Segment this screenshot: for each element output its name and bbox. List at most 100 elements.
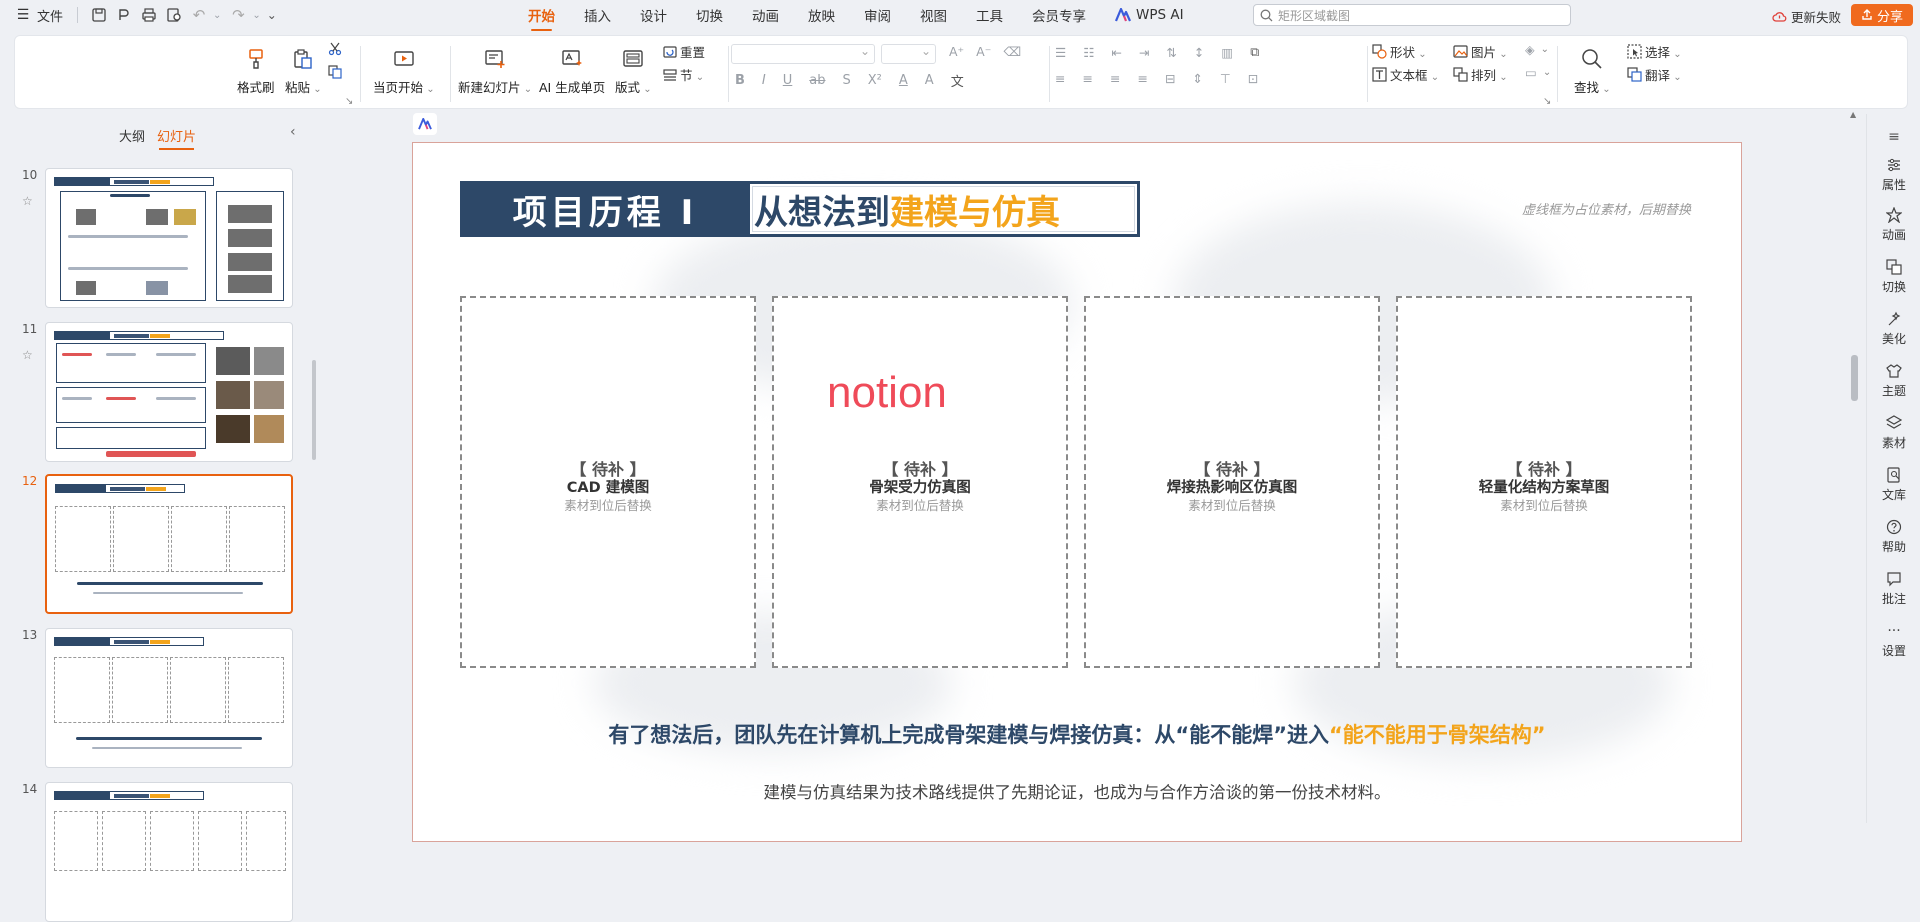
font-grow-icon[interactable]: A⁺ xyxy=(949,44,964,59)
arrange-button[interactable]: 排列 ⌄ xyxy=(1453,65,1508,84)
textbox-button[interactable]: 文本框 ⌄ xyxy=(1372,65,1439,84)
slide-caption[interactable]: 有了想法后，团队先在计算机上完成骨架建模与焊接仿真：从“能不能焊”进入“能不能用… xyxy=(413,719,1741,749)
thumbnail-preview[interactable] xyxy=(45,322,293,462)
thumbnail-preview[interactable] xyxy=(45,782,293,922)
find-button[interactable]: 查找 ⌄ xyxy=(1574,46,1611,96)
comments-button[interactable]: 批注 xyxy=(1867,570,1920,607)
cut-button[interactable] xyxy=(328,42,342,56)
select-button[interactable]: 选择 ⌄ xyxy=(1627,42,1682,61)
from-current-slide-button[interactable]: 当页开始 ⌄ xyxy=(373,46,435,96)
star-icon[interactable]: ☆ xyxy=(22,194,33,208)
highlight-button[interactable]: A xyxy=(925,73,934,88)
drawing-launcher-icon[interactable]: ↘ xyxy=(1543,96,1551,107)
distribute-icon[interactable]: ⊟ xyxy=(1165,71,1175,86)
translate-button[interactable]: 翻译 ⌄ xyxy=(1627,65,1682,84)
transition-panel-button[interactable]: 切换 xyxy=(1867,258,1920,295)
decrease-indent-icon[interactable]: ⇤ xyxy=(1111,45,1121,60)
superscript-button[interactable]: X² xyxy=(868,73,882,88)
tab-insert[interactable]: 插入 xyxy=(584,5,611,25)
layout-button[interactable]: 版式 ⌄ xyxy=(615,46,652,96)
tab-transitions[interactable]: 切换 xyxy=(696,5,723,25)
theme-button[interactable]: 主题 xyxy=(1867,362,1920,399)
font-size-select[interactable] xyxy=(881,44,936,64)
align-left-icon[interactable]: ≡ xyxy=(1055,71,1065,86)
reset-button[interactable]: 重置 xyxy=(663,42,705,61)
slide-title[interactable]: 项目历程 I 从想法到 建模与仿真 xyxy=(460,181,1140,237)
save-icon[interactable] xyxy=(88,4,110,26)
new-slide-button[interactable]: 新建幻灯片 ⌄ xyxy=(458,46,532,96)
hamburger-menu-icon[interactable]: ☰ xyxy=(12,4,34,26)
help-button[interactable]: 帮助 xyxy=(1867,518,1920,555)
align-right-icon[interactable]: ≡ xyxy=(1110,71,1120,86)
undo-dropdown-icon[interactable]: ⌄ xyxy=(213,10,221,21)
panel-menu-icon[interactable]: ≡ xyxy=(1867,128,1920,148)
slide-subcaption[interactable]: 建模与仿真结果为技术路线提供了先期论证，也成为与合作方洽谈的第一份技术材料。 xyxy=(413,779,1741,803)
paste-button[interactable]: 粘贴 ⌄ xyxy=(285,46,322,96)
settings-button[interactable]: ··· 设置 xyxy=(1867,622,1920,659)
increase-indent-icon[interactable]: ⇥ xyxy=(1139,45,1149,60)
font-family-select[interactable] xyxy=(731,44,875,64)
properties-button[interactable]: 属性 xyxy=(1867,156,1920,193)
thumbnail-scrollbar[interactable] xyxy=(312,360,316,460)
tab-slideshow[interactable]: 放映 xyxy=(808,5,835,25)
section-button[interactable]: 节 ⌄ xyxy=(663,65,704,84)
tab-animation[interactable]: 动画 xyxy=(752,5,779,25)
font-color-button[interactable]: A xyxy=(899,73,908,88)
thumbnail-preview[interactable] xyxy=(45,474,293,614)
redo-dropdown-icon[interactable]: ⌄ xyxy=(252,10,260,21)
star-icon[interactable]: ☆ xyxy=(22,348,33,362)
thumbnail-preview[interactable] xyxy=(45,168,293,308)
ai-generate-slide-button[interactable]: AI 生成单页 xyxy=(539,46,605,96)
tab-review[interactable]: 审阅 xyxy=(864,5,891,25)
char-spacing-button[interactable]: 文 xyxy=(951,71,964,90)
columns-icon[interactable]: ▥ xyxy=(1221,45,1233,60)
export-pdf-icon[interactable] xyxy=(113,4,135,26)
justify-icon[interactable]: ≡ xyxy=(1137,71,1147,86)
outline-options[interactable]: ▭ ⌄ xyxy=(1525,65,1551,80)
quick-access-more-icon[interactable]: ⌄ xyxy=(267,8,277,22)
tab-outline[interactable]: 大纲 xyxy=(119,126,145,145)
strikethrough-button[interactable]: ab xyxy=(809,73,825,88)
font-shrink-icon[interactable]: A⁻ xyxy=(976,44,991,59)
tab-wps-ai[interactable]: WPS AI xyxy=(1115,7,1184,23)
clipboard-launcher-icon[interactable]: ↘ xyxy=(345,96,353,107)
align-center-icon[interactable]: ≡ xyxy=(1082,71,1092,86)
shape-button[interactable]: 形状 ⌄ xyxy=(1372,42,1427,61)
text-direction-icon[interactable]: ⇅ xyxy=(1166,45,1176,60)
ai-assistant-icon[interactable] xyxy=(413,113,437,135)
line-spacing-icon[interactable]: ↕ xyxy=(1194,45,1204,60)
file-menu[interactable]: 文件 xyxy=(37,6,63,25)
tab-view[interactable]: 视图 xyxy=(920,5,947,25)
bullets-icon[interactable]: ☰ xyxy=(1055,45,1066,60)
beautify-button[interactable]: 美化 xyxy=(1867,310,1920,347)
placeholder-note[interactable]: 虚线框为占位素材，后期替换 xyxy=(1522,199,1691,218)
italic-button[interactable]: I xyxy=(762,73,766,88)
placeholder-card[interactable]: 【 待补 】 焊接热影响区仿真图 素材到位后替换 xyxy=(1084,296,1380,668)
search-input[interactable]: 矩形区域截图 xyxy=(1253,4,1571,26)
placeholder-card[interactable]: 【 待补 】 CAD 建模图 素材到位后替换 xyxy=(460,296,756,668)
canvas-scrollbar[interactable] xyxy=(1851,355,1858,401)
undo-icon[interactable]: ↶ xyxy=(188,4,210,26)
tab-home[interactable]: 开始 xyxy=(528,5,555,31)
text-box-options-icon[interactable]: ⊡ xyxy=(1248,71,1258,86)
underline-button[interactable]: U xyxy=(783,73,793,88)
slide-canvas[interactable]: 项目历程 I 从想法到 建模与仿真 虚线框为占位素材，后期替换 【 待补 】 CA… xyxy=(412,142,1742,842)
materials-button[interactable]: 素材 xyxy=(1867,414,1920,451)
animation-panel-button[interactable]: 动画 xyxy=(1867,206,1920,243)
share-button[interactable]: 分享 xyxy=(1851,4,1913,26)
tab-tools[interactable]: 工具 xyxy=(976,5,1003,25)
collapse-pane-icon[interactable]: ‹ xyxy=(290,124,296,140)
tab-membership[interactable]: 会员专享 xyxy=(1032,5,1086,25)
fill-options[interactable]: ◈ ⌄ xyxy=(1525,42,1549,57)
convert-smartart-icon[interactable]: ⧉ xyxy=(1250,44,1259,60)
print-icon[interactable] xyxy=(138,4,160,26)
placeholder-card[interactable]: 【 待补 】 骨架受力仿真图 素材到位后替换 xyxy=(772,296,1068,668)
bold-button[interactable]: B xyxy=(735,73,745,88)
numbering-icon[interactable]: ☷ xyxy=(1083,45,1094,60)
library-button[interactable]: 文库 xyxy=(1867,466,1920,503)
thumbnail-preview[interactable] xyxy=(45,628,293,768)
picture-button[interactable]: 图片 ⌄ xyxy=(1453,42,1508,61)
shadow-button[interactable]: S xyxy=(843,73,851,88)
para-spacing-icon[interactable]: ⇕ xyxy=(1192,71,1202,86)
tab-design[interactable]: 设计 xyxy=(640,5,667,25)
